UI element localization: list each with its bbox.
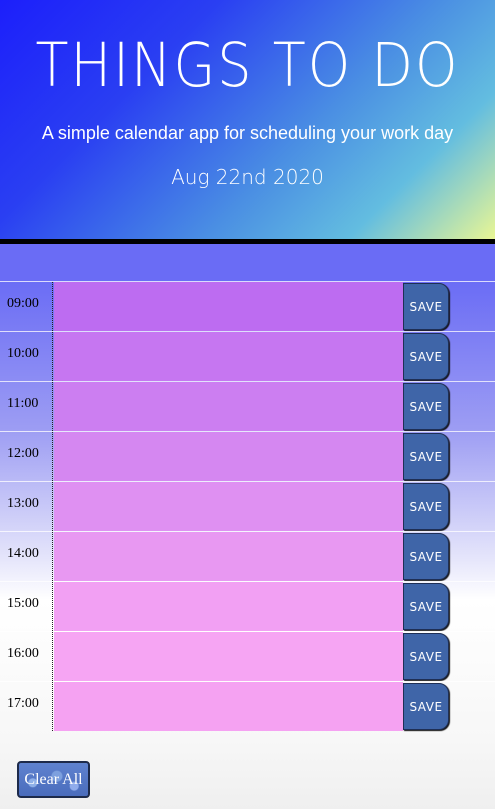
save-button[interactable]: SAVE [403, 683, 449, 730]
save-button[interactable]: SAVE [403, 483, 449, 530]
hour-label: 16:00 [0, 632, 53, 681]
task-description-input[interactable] [54, 432, 403, 481]
save-button[interactable]: SAVE [403, 383, 449, 430]
task-description-input[interactable] [54, 582, 403, 631]
hour-label: 14:00 [0, 532, 53, 581]
save-button[interactable]: SAVE [403, 283, 449, 330]
save-button[interactable]: SAVE [403, 583, 449, 630]
hour-label: 13:00 [0, 482, 53, 531]
task-description-input[interactable] [54, 382, 403, 431]
task-description-input[interactable] [54, 632, 403, 681]
hour-label: 10:00 [0, 332, 53, 381]
hour-label: 09:00 [0, 282, 53, 331]
timeblock-row: 17:00 SAVE [0, 681, 495, 731]
timeblock-row: 12:00 SAVE [0, 431, 495, 481]
save-button[interactable]: SAVE [403, 633, 449, 680]
task-description-input[interactable] [54, 532, 403, 581]
task-description-input[interactable] [54, 282, 403, 331]
save-button[interactable]: SAVE [403, 533, 449, 580]
timeblock-row: 15:00 SAVE [0, 581, 495, 631]
save-button[interactable]: SAVE [403, 333, 449, 380]
save-button[interactable]: SAVE [403, 433, 449, 480]
page-subtitle: A simple calendar app for scheduling you… [41, 123, 454, 143]
hour-label: 12:00 [0, 432, 53, 481]
hour-label: 17:00 [0, 682, 53, 731]
hour-label: 11:00 [0, 382, 53, 431]
timeblock-row: 16:00 SAVE [0, 631, 495, 681]
clear-all-button[interactable]: Clear All [17, 761, 90, 798]
timeblock-row: 13:00 SAVE [0, 481, 495, 531]
timeblock-row: 14:00 SAVE [0, 531, 495, 581]
timeblock-row: 11:00 SAVE [0, 381, 495, 431]
task-description-input[interactable] [54, 482, 403, 531]
task-description-input[interactable] [54, 332, 403, 381]
hour-label: 15:00 [0, 582, 53, 631]
task-description-input[interactable] [54, 682, 403, 731]
timeblock-row: 10:00 SAVE [0, 331, 495, 381]
page-header: THINGS TO DO A simple calendar app for s… [0, 0, 495, 244]
current-date: Aug 22nd 2020 [171, 165, 324, 189]
timeblock-row: 09:00 SAVE [0, 281, 495, 331]
timeblock-list: 09:00 SAVE 10:00 SAVE 11:00 SAVE 12:00 SAVE 13:0… [0, 281, 495, 731]
page-title: THINGS TO DO [35, 30, 460, 101]
